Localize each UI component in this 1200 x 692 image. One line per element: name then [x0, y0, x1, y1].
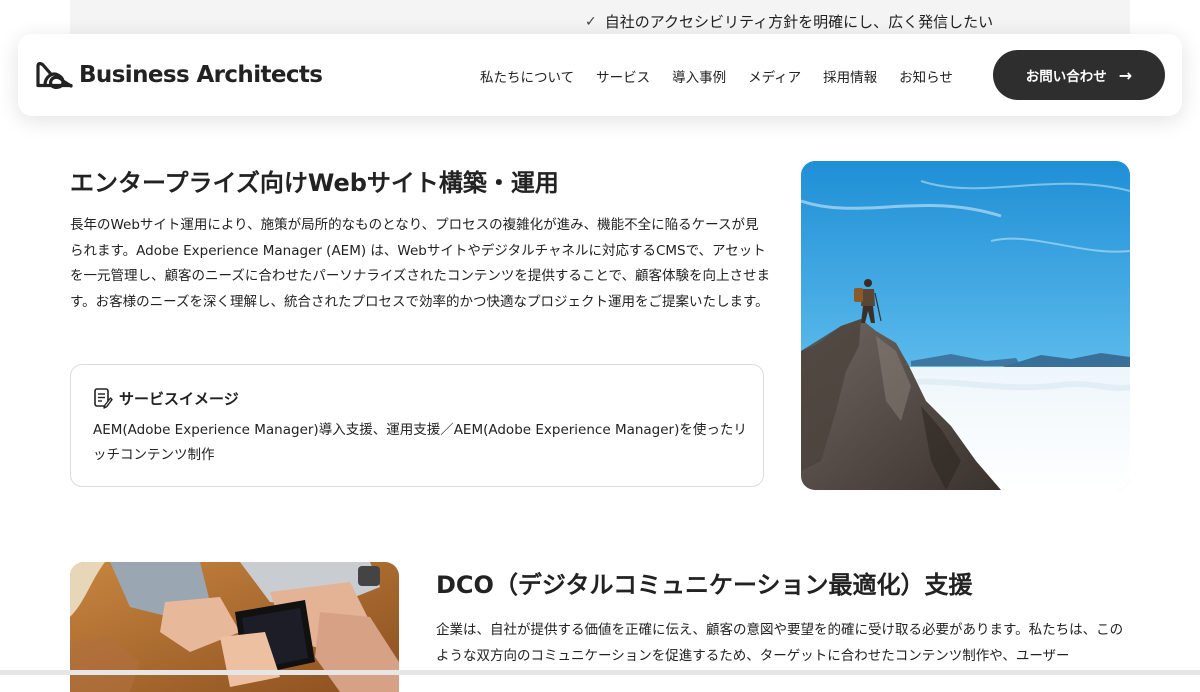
- contact-button[interactable]: お問い合わせ →: [993, 50, 1165, 100]
- section-body-dco: 企業は、自社が提供する価値を正確に伝え、顧客の意図や要望を的確に受け取る必要があ…: [436, 622, 1124, 664]
- contact-button-label: お問い合わせ: [1025, 69, 1107, 85]
- arrow-right-icon: →: [1118, 65, 1133, 85]
- logo-icon: [36, 62, 73, 90]
- mountain-hiker-image: [801, 161, 1130, 490]
- nav-item-about[interactable]: 私たちについて: [480, 66, 574, 86]
- bottom-bar: [0, 670, 1200, 675]
- nav-item-cases[interactable]: 導入事例: [672, 66, 726, 86]
- service-box-title: サービスイメージ: [119, 389, 239, 408]
- nav-item-news[interactable]: お知らせ: [899, 66, 953, 86]
- section-title-web-build: エンタープライズ向けWebサイト構築・運用: [70, 169, 559, 197]
- service-image-box: サービスイメージ AEM(Adobe Experience Manager)導入…: [70, 364, 764, 487]
- service-box-description: AEM(Adobe Experience Manager)導入支援、運用支援／A…: [93, 422, 747, 463]
- main-nav: 私たちについて サービス 導入事例 メディア 採用情報 お知らせ: [480, 66, 953, 86]
- memo-icon: [94, 388, 113, 409]
- mountain-photo: [801, 161, 1130, 490]
- check-icon: ✓: [585, 13, 597, 30]
- logo[interactable]: Business Architects: [35, 60, 323, 90]
- nav-item-services[interactable]: サービス: [596, 66, 650, 86]
- top-band: ✓ 自社のアクセシビリティ方針を明確にし、広く発信したい: [70, 0, 1130, 34]
- section-body-web-build: 長年のWebサイト運用により、施策が局所的なものとなり、プロセスの複雑化が進み、…: [70, 217, 770, 310]
- nav-item-media[interactable]: メディア: [748, 66, 801, 86]
- logo-text: Business Architects: [79, 62, 323, 88]
- nav-item-recruit[interactable]: 採用情報: [823, 66, 877, 86]
- top-check-item: ✓ 自社のアクセシビリティ方針を明確にし、広く発信したい: [585, 11, 993, 32]
- section-title-dco: DCO（デジタルコミュニケーション最適化）支援: [436, 571, 973, 599]
- site-header: Business Architects 私たちについて サービス 導入事例 メデ…: [18, 34, 1182, 116]
- top-check-text: 自社のアクセシビリティ方針を明確にし、広く発信したい: [604, 13, 994, 31]
- service-box-header: サービスイメージ: [93, 387, 239, 409]
